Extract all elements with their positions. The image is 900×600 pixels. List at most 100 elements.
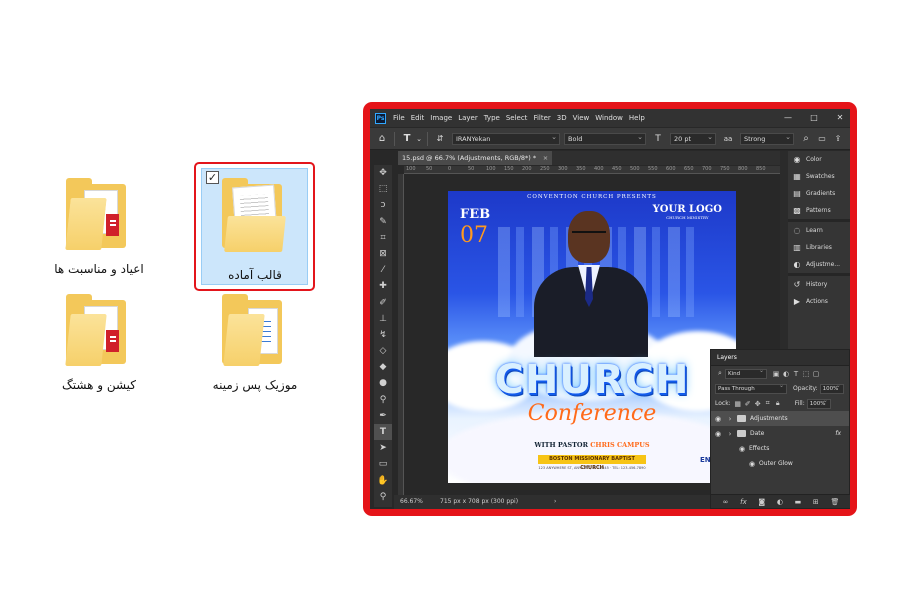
panel-adjustments[interactable]: ◐ Adjustme... <box>788 256 850 273</box>
folder-captions-hashtags[interactable]: کیشن و هشتگ <box>44 292 154 392</box>
visibility-eye-icon[interactable]: ◉ <box>711 430 725 438</box>
blur-tool-icon[interactable]: ● <box>374 375 392 391</box>
quick-select-tool-icon[interactable]: ✎ <box>374 214 392 230</box>
menu-view[interactable]: View <box>570 114 593 122</box>
share-icon[interactable]: ⇪ <box>830 134 846 143</box>
search-icon[interactable]: ⌕ <box>798 133 814 144</box>
lock-position-icon[interactable]: ✥ <box>753 400 763 408</box>
lock-artboard-icon[interactable]: ⌗ <box>763 399 773 408</box>
poster-artwork[interactable]: CONVENTION CHURCH PRESENTS FEB 07 YOUR L… <box>448 191 736 483</box>
panel-color[interactable]: ◉ Color <box>788 151 850 168</box>
dodge-tool-icon[interactable]: ⚲ <box>374 392 392 408</box>
type-tool-icon[interactable]: T <box>399 133 415 144</box>
type-tool-icon[interactable]: T <box>374 424 392 441</box>
lock-paint-icon[interactable]: ✐ <box>743 400 753 408</box>
shape-filter-icon[interactable]: ⬚ <box>801 370 811 378</box>
layer-kind-filter[interactable]: Kind <box>725 367 767 379</box>
chevron-right-icon[interactable]: › <box>725 415 735 423</box>
eyedropper-tool-icon[interactable]: ⁄ <box>374 262 392 278</box>
layers-panel-title[interactable]: Layers <box>711 350 849 366</box>
close-button[interactable]: ✕ <box>832 109 848 127</box>
menu-3d[interactable]: 3D <box>554 114 570 122</box>
history-brush-tool-icon[interactable]: ↯ <box>374 327 392 343</box>
fill-field[interactable]: 100% <box>806 397 831 409</box>
tool-preset-chevron-icon[interactable]: ⌄ <box>415 135 423 143</box>
stamp-tool-icon[interactable]: ⊥ <box>374 311 392 327</box>
menu-edit[interactable]: Edit <box>408 114 428 122</box>
layer-row-effects[interactable]: ◉ Effects <box>711 441 849 456</box>
font-size-select[interactable]: 20 pt <box>670 132 716 145</box>
new-group-icon[interactable]: ▬ <box>795 498 802 506</box>
menu-file[interactable]: File <box>390 114 408 122</box>
adjustment-filter-icon[interactable]: ◐ <box>781 370 791 378</box>
blend-mode-select[interactable]: Pass Through <box>715 382 787 394</box>
menu-window[interactable]: Window <box>592 114 626 122</box>
smart-object-filter-icon[interactable]: ▢ <box>811 370 821 378</box>
close-tab-icon[interactable]: × <box>543 151 548 165</box>
panel-learn[interactable]: ◌ Learn <box>788 222 850 239</box>
path-select-tool-icon[interactable]: ➤ <box>374 440 392 456</box>
menu-select[interactable]: Select <box>503 114 531 122</box>
healing-tool-icon[interactable]: ✚ <box>374 278 392 294</box>
menu-help[interactable]: Help <box>626 114 648 122</box>
layer-row-adjustments[interactable]: ◉ › Adjustments <box>711 411 849 426</box>
layer-row-outer-glow[interactable]: ◉ Outer Glow <box>711 456 849 471</box>
workspace-icon[interactable]: ▭ <box>814 134 830 143</box>
document-tab[interactable]: 15.psd @ 66.7% (Adjustments, RGB/8*) * × <box>398 151 553 165</box>
right-panel-dock: ◉ Color ▦ Swatches ▤ Gradients ▩ Patterns ◌ L… <box>788 151 850 351</box>
opacity-field[interactable]: 100% <box>819 382 844 394</box>
visibility-eye-icon[interactable]: ◉ <box>745 460 759 468</box>
group-folder-icon <box>737 415 746 422</box>
link-icon[interactable]: ∞ <box>723 498 729 506</box>
status-arrow-icon[interactable]: › <box>554 495 556 509</box>
menu-layer[interactable]: Layer <box>455 114 481 122</box>
font-style-select[interactable]: Bold <box>564 132 646 145</box>
menu-image[interactable]: Image <box>427 114 455 122</box>
rectangle-tool-icon[interactable]: ▭ <box>374 456 392 472</box>
panel-gradients[interactable]: ▤ Gradients <box>788 185 850 202</box>
hand-tool-icon[interactable]: ✋ <box>374 473 392 489</box>
lock-pixels-icon[interactable]: ▦ <box>733 400 743 408</box>
text-orientation-icon[interactable]: ⇵ <box>432 134 448 143</box>
new-layer-icon[interactable]: ⊞ <box>813 498 819 506</box>
anti-alias-select[interactable]: Strong <box>740 132 794 145</box>
fx-badge[interactable]: fx <box>835 430 841 437</box>
brush-tool-icon[interactable]: ✐ <box>374 295 392 311</box>
chevron-down-icon[interactable]: › <box>725 430 735 438</box>
paint-bucket-tool-icon[interactable]: ◆ <box>374 359 392 375</box>
minimize-button[interactable]: — <box>780 109 796 127</box>
pixel-filter-icon[interactable]: ▣ <box>771 370 781 378</box>
mask-icon[interactable]: ◙ <box>758 498 765 506</box>
folder-ready-templates[interactable]: قالب آماده <box>200 176 310 282</box>
panel-history[interactable]: ↺ History <box>788 276 850 293</box>
maximize-button[interactable]: □ <box>806 109 822 127</box>
type-filter-icon[interactable]: T <box>791 370 801 378</box>
home-icon[interactable]: ⌂ <box>374 133 390 144</box>
panel-swatches[interactable]: ▦ Swatches <box>788 168 850 185</box>
marquee-tool-icon[interactable]: ⬚ <box>374 181 392 197</box>
panel-actions[interactable]: ▶ Actions <box>788 293 850 310</box>
menu-type[interactable]: Type <box>481 114 503 122</box>
zoom-level[interactable]: 66.67% <box>400 495 423 509</box>
folder-background-music[interactable]: موزیک پس زمینه <box>200 292 310 392</box>
pen-tool-icon[interactable]: ✒ <box>374 408 392 424</box>
trash-icon[interactable]: 🗑︎ <box>830 498 839 506</box>
folder-occasions[interactable]: اعیاد و مناسبت ها <box>44 176 154 276</box>
fx-icon[interactable]: fx <box>740 498 747 506</box>
move-tool-icon[interactable]: ✥ <box>374 165 392 181</box>
frame-tool-icon[interactable]: ⊠ <box>374 246 392 262</box>
poster-subheadline: Conference <box>527 401 657 426</box>
menu-filter[interactable]: Filter <box>530 114 553 122</box>
lock-all-icon[interactable]: 🔒︎ <box>773 399 783 408</box>
adjustment-layer-icon[interactable]: ◐ <box>777 498 783 506</box>
lasso-tool-icon[interactable]: ↄ <box>374 197 392 213</box>
visibility-eye-icon[interactable]: ◉ <box>735 445 749 453</box>
panel-patterns[interactable]: ▩ Patterns <box>788 202 850 219</box>
font-family-select[interactable]: IRANYekan <box>452 132 560 145</box>
layer-row-date[interactable]: ◉ › Date fx <box>711 426 849 441</box>
visibility-eye-icon[interactable]: ◉ <box>711 415 725 423</box>
crop-tool-icon[interactable]: ⌗ <box>374 230 392 246</box>
eraser-tool-icon[interactable]: ◇ <box>374 343 392 359</box>
panel-libraries[interactable]: ▥ Libraries <box>788 239 850 256</box>
zoom-tool-icon[interactable]: ⚲ <box>374 489 392 505</box>
